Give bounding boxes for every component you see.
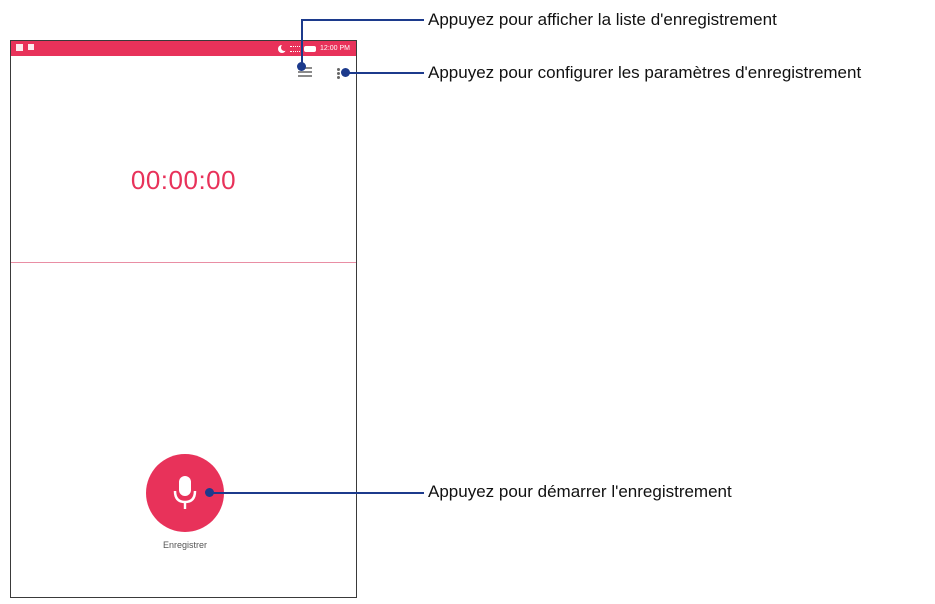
callout-list-text: Appuyez pour afficher la liste d'enregis…	[428, 10, 777, 29]
signal-icon	[290, 45, 301, 52]
callout-settings-text: Appuyez pour configurer les paramètres d…	[428, 63, 862, 82]
notification-icon	[16, 44, 23, 51]
status-bar-system: 12:00 PM	[278, 42, 350, 55]
status-time: 12:00 PM	[320, 45, 350, 52]
callout-list-line-vertical	[301, 19, 303, 66]
status-bar: 12:00 PM	[11, 41, 356, 56]
record-label: Enregistrer	[162, 540, 207, 550]
recording-timer: 00:00:00	[130, 165, 237, 195]
callout-list-line-horizontal	[301, 19, 424, 21]
battery-icon	[304, 45, 317, 52]
callout-settings-line	[345, 72, 424, 74]
screenshot-icon	[28, 44, 34, 50]
microphone-icon	[173, 476, 197, 509]
do-not-disturb-icon	[278, 43, 289, 53]
device-screen: 12:00 PM 00:00:00 Enregistrer	[10, 40, 357, 598]
waveform-baseline	[11, 262, 356, 263]
status-bar-notifications	[16, 44, 34, 51]
callout-record-line	[209, 492, 424, 494]
callout-record-text: Appuyez pour démarrer l'enregistrement	[428, 482, 732, 501]
